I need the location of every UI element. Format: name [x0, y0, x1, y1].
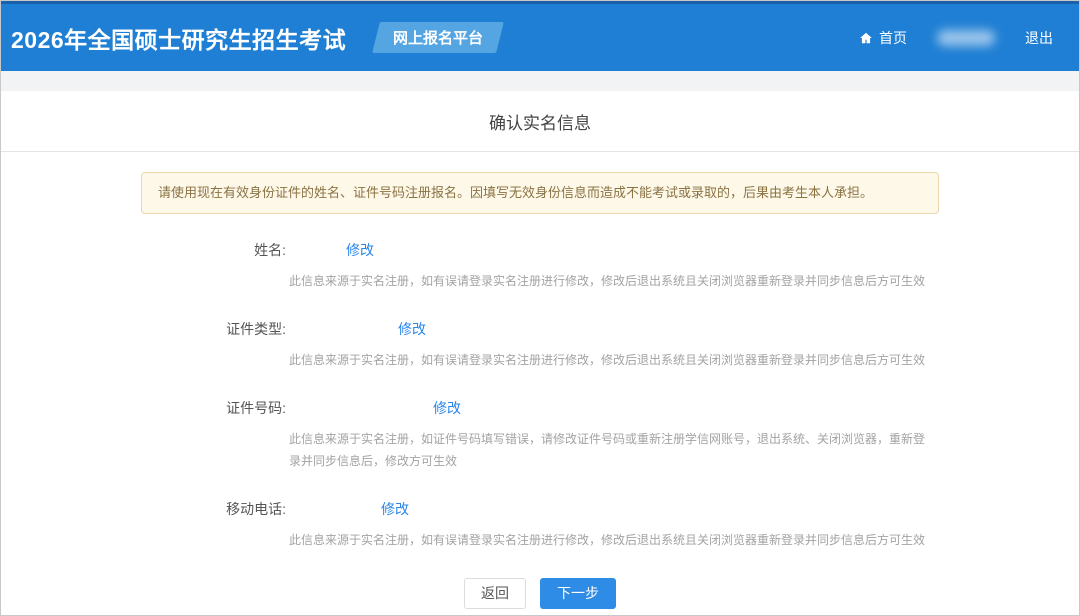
app-window: 2026年全国硕士研究生招生考试 网上报名平台 首页 退出 确认实名信息 请使用… [0, 0, 1080, 616]
app-title: 2026年全国硕士研究生招生考试 [11, 21, 346, 55]
field-label-mobile: 移动电话: [1, 499, 286, 519]
modify-link-doc-type[interactable]: 修改 [398, 319, 426, 339]
field-label-doc-type: 证件类型: [1, 319, 286, 339]
field-block-mobile: 移动电话: 修改 此信息来源于实名注册，如有误请登录实名注册进行修改，修改后退出… [1, 499, 1079, 551]
platform-badge: 网上报名平台 [372, 22, 504, 53]
field-row-mobile: 移动电话: 修改 [1, 499, 1079, 519]
field-row-name: 姓名: 修改 [1, 240, 1079, 260]
username-redacted [937, 30, 995, 46]
page-title-bar: 确认实名信息 [1, 91, 1079, 152]
field-hint-name: 此信息来源于实名注册，如有误请登录实名注册进行修改，修改后退出系统且关闭浏览器重… [289, 270, 929, 292]
modify-link-name[interactable]: 修改 [346, 240, 374, 260]
next-step-button[interactable]: 下一步 [540, 578, 616, 609]
nav-logout-label: 退出 [1025, 28, 1053, 48]
field-hint-doc-number: 此信息来源于实名注册，如证件号码填写错误，请修改证件号码或重新注册学信网账号，退… [289, 428, 929, 472]
platform-badge-label: 网上报名平台 [393, 27, 483, 48]
field-hint-mobile: 此信息来源于实名注册，如有误请登录实名注册进行修改，修改后退出系统且关闭浏览器重… [289, 529, 929, 551]
modify-link-mobile[interactable]: 修改 [381, 499, 409, 519]
header: 2026年全国硕士研究生招生考试 网上报名平台 首页 退出 [1, 4, 1079, 71]
back-button[interactable]: 返回 [464, 578, 526, 609]
field-block-doc-number: 证件号码: 修改 此信息来源于实名注册，如证件号码填写错误，请修改证件号码或重新… [1, 398, 1079, 472]
field-label-name: 姓名: [1, 240, 286, 260]
modify-link-doc-number[interactable]: 修改 [433, 398, 461, 418]
header-nav: 首页 退出 [859, 28, 1053, 48]
subheader-band [1, 71, 1079, 91]
nav-home-label: 首页 [879, 28, 907, 48]
home-icon [859, 31, 873, 45]
page-title: 确认实名信息 [489, 109, 591, 134]
field-block-name: 姓名: 修改 此信息来源于实名注册，如有误请登录实名注册进行修改，修改后退出系统… [1, 240, 1079, 292]
field-label-doc-number: 证件号码: [1, 398, 286, 418]
field-row-doc-number: 证件号码: 修改 [1, 398, 1079, 418]
field-block-doc-type: 证件类型: 修改 此信息来源于实名注册，如有误请登录实名注册进行修改，修改后退出… [1, 319, 1079, 371]
notice-banner: 请使用现在有效身份证件的姓名、证件号码注册报名。因填写无效身份信息而造成不能考试… [141, 172, 939, 214]
nav-home-link[interactable]: 首页 [859, 28, 907, 48]
field-hint-doc-type: 此信息来源于实名注册，如有误请登录实名注册进行修改，修改后退出系统且关闭浏览器重… [289, 349, 929, 371]
field-row-doc-type: 证件类型: 修改 [1, 319, 1079, 339]
nav-logout-link[interactable]: 退出 [1025, 28, 1053, 48]
action-button-bar: 返回 下一步 [1, 578, 1079, 609]
realname-form: 姓名: 修改 此信息来源于实名注册，如有误请登录实名注册进行修改，修改后退出系统… [1, 240, 1079, 551]
